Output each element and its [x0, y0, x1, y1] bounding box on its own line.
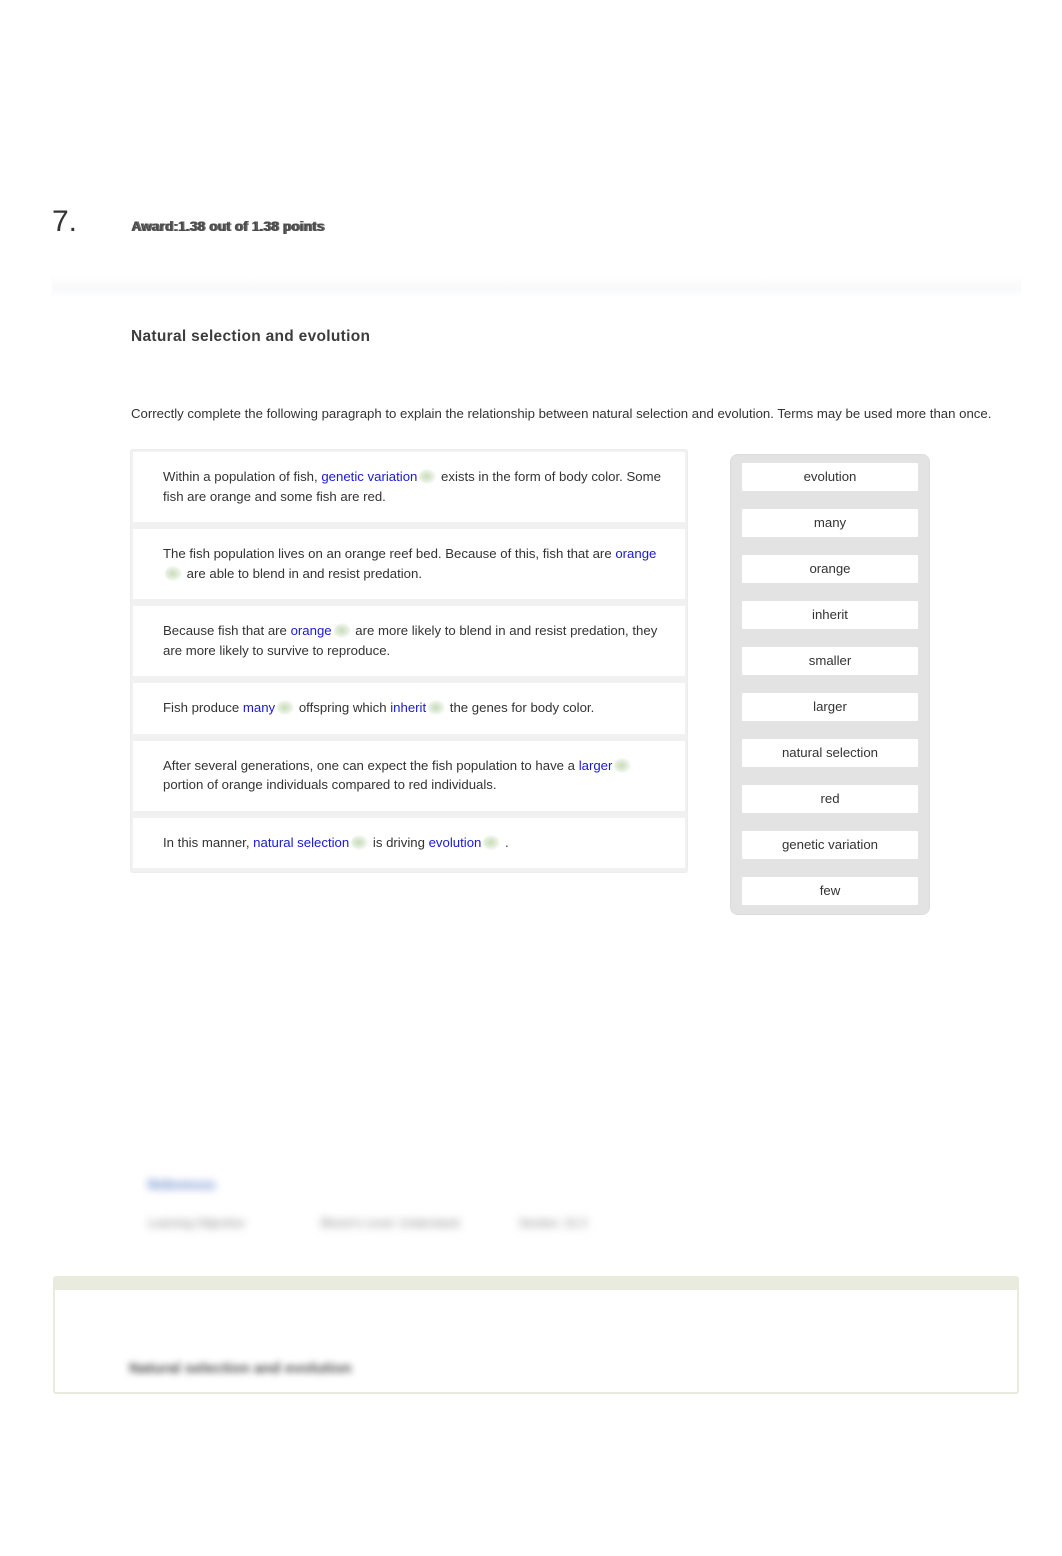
sentence-stack: Within a population of fish, genetic var…: [131, 450, 687, 872]
sentence-text-post: the genes for body color.: [446, 700, 595, 715]
sentence-text-mid: are able to blend in and resist predatio…: [183, 565, 422, 581]
sentence-text-pre: The fish population lives on an orange r…: [163, 546, 616, 561]
word-bank-item[interactable]: natural selection: [742, 739, 918, 767]
answer-blank[interactable]: larger: [579, 758, 613, 773]
sentence-card[interactable]: The fish population lives on an orange r…: [133, 529, 685, 599]
sentence-text-pre: Within a population of fish,: [163, 469, 322, 484]
answer-blank[interactable]: many: [243, 700, 275, 715]
references-link[interactable]: References: [148, 1178, 215, 1192]
word-bank-item[interactable]: genetic variation: [742, 831, 918, 859]
word-bank-item[interactable]: red: [742, 785, 918, 813]
word-bank: evolution many orange inherit smaller la…: [731, 455, 929, 914]
sentence-text-mid: portion of orange individuals compared t…: [163, 777, 497, 792]
sentence-text-pre: Fish produce: [163, 700, 243, 715]
page-title: Natural selection and evolution: [131, 328, 371, 345]
question-header: 7. Award:1.38 out of 1.38 points: [0, 205, 1062, 255]
sentence-text-post: .: [501, 834, 509, 850]
answer-blank[interactable]: orange: [291, 623, 332, 638]
word-bank-item[interactable]: inherit: [742, 601, 918, 629]
answer-blank[interactable]: evolution: [429, 835, 482, 850]
word-bank-item[interactable]: smaller: [742, 647, 918, 675]
award-label: Award:: [131, 219, 178, 234]
correct-check-icon: [333, 623, 351, 638]
correct-check-icon: [277, 700, 295, 715]
explanation-title: Natural selection and evolution: [129, 1360, 352, 1377]
sentence-text-pre: After several generations, one can expec…: [163, 757, 579, 773]
sentence-card[interactable]: Within a population of fish, genetic var…: [133, 452, 685, 522]
word-bank-item[interactable]: evolution: [742, 463, 918, 491]
header-divider: [52, 277, 1021, 297]
question-footer: References Learning Objective Bloom's Le…: [131, 1168, 691, 1263]
correct-check-icon: [428, 700, 446, 715]
metadata-column: Learning Objective: [148, 1217, 245, 1230]
metadata-column: Bloom's Level: Understand: [321, 1217, 460, 1230]
word-bank-item[interactable]: few: [742, 877, 918, 905]
word-bank-item[interactable]: many: [742, 509, 918, 537]
sentence-text-pre: Because fish that are: [163, 623, 291, 638]
sentence-text-pre: In this manner,: [163, 834, 254, 850]
sentence-text-mid: is driving: [369, 834, 429, 850]
award-text: Award:1.38 out of 1.38 points: [131, 219, 324, 234]
metadata-column: Section: 15.3: [519, 1217, 587, 1230]
answer-blank[interactable]: inherit: [390, 700, 426, 715]
correct-check-icon: [165, 565, 182, 581]
explanation-box: Natural selection and evolution: [53, 1276, 1019, 1394]
correct-check-icon: [483, 834, 501, 850]
award-value: 1.38 out of 1.38 points: [177, 219, 325, 234]
sentence-card[interactable]: Because fish that are orange are more li…: [133, 606, 685, 676]
sentence-card[interactable]: After several generations, one can expec…: [133, 740, 685, 811]
word-bank-item[interactable]: larger: [742, 693, 918, 721]
question-instructions: Correctly complete the following paragra…: [131, 406, 992, 421]
correct-check-icon: [419, 469, 437, 484]
word-bank-item[interactable]: orange: [742, 555, 918, 583]
question-number: 7.: [52, 205, 78, 238]
sentence-card[interactable]: In this manner, natural selection is dri…: [133, 817, 685, 868]
sentence-text-mid: offspring which: [295, 700, 391, 715]
sentence-card[interactable]: Fish produce many offspring which inheri…: [133, 683, 685, 734]
correct-check-icon: [351, 834, 369, 850]
answer-blank[interactable]: genetic variation: [321, 469, 417, 484]
answer-blank[interactable]: natural selection: [253, 835, 349, 850]
correct-check-icon: [614, 757, 632, 773]
answer-blank[interactable]: orange: [615, 546, 656, 561]
